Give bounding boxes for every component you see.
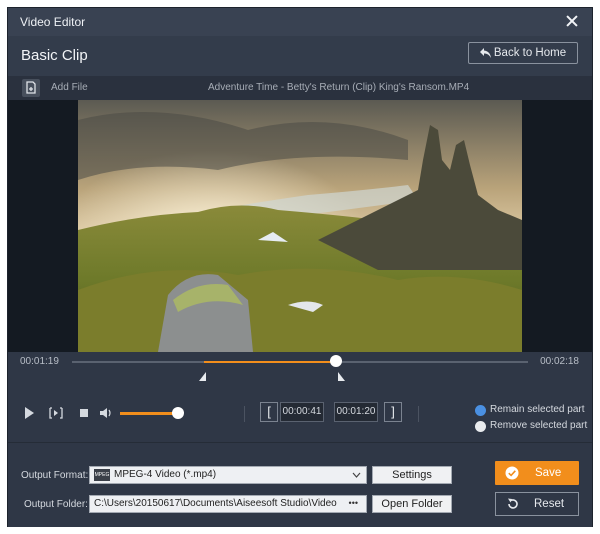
set-start-button[interactable]: [ <box>260 402 278 422</box>
volume-slider-knob[interactable] <box>172 407 184 419</box>
output-format-select[interactable]: MPEG MPEG-4 Video (*.mp4) <box>89 466 367 484</box>
back-to-home-button[interactable]: Back to Home <box>468 42 578 64</box>
start-time-field[interactable]: 00:00:41 <box>280 402 324 422</box>
playhead-knob[interactable] <box>330 355 343 367</box>
chevron-down-icon <box>352 472 361 478</box>
check-circle-icon <box>505 466 519 480</box>
play-icon[interactable] <box>25 407 34 419</box>
current-time-label: 00:01:19 <box>20 356 59 367</box>
reset-label: Reset <box>534 498 565 510</box>
video-editor-window: Video Editor Basic Clip Back to Home Add… <box>7 7 593 527</box>
timeline: 00:01:19 00:02:18 <box>8 352 592 388</box>
file-name: Adventure Time - Betty's Return (Clip) K… <box>208 82 470 93</box>
back-arrow-icon <box>480 48 491 58</box>
output-format-value: MPEG-4 Video (*.mp4) <box>114 469 217 480</box>
remove-selected-label: Remove selected part <box>490 420 588 431</box>
remain-selected-label: Remain selected part <box>490 404 585 415</box>
video-preview-area <box>8 100 592 352</box>
file-bar: Add File Adventure Time - Betty's Return… <box>8 76 592 100</box>
close-icon[interactable] <box>564 13 580 29</box>
window-title: Video Editor <box>20 15 86 29</box>
output-folder-label: Output Folder: <box>24 499 88 510</box>
divider <box>418 406 419 422</box>
title-bar: Video Editor <box>8 8 592 36</box>
divider <box>244 406 245 422</box>
total-time-label: 00:02:18 <box>540 356 579 367</box>
reset-button[interactable]: Reset <box>495 492 579 516</box>
radio-selected-icon <box>475 405 486 416</box>
set-end-button[interactable]: ] <box>384 402 402 422</box>
clip-end-marker[interactable] <box>338 372 345 381</box>
timeline-selection <box>204 361 337 363</box>
add-file-icon[interactable] <box>22 79 40 97</box>
volume-icon[interactable] <box>99 406 113 420</box>
end-time-field[interactable]: 00:01:20 <box>334 402 378 422</box>
radio-unselected-icon <box>475 421 486 432</box>
reset-icon <box>508 498 518 509</box>
video-frame-image <box>78 100 522 352</box>
output-format-label: Output Format: <box>21 470 89 481</box>
output-folder-field[interactable]: C:\Users\20150617\Documents\Aiseesoft St… <box>89 495 367 513</box>
stop-icon[interactable] <box>80 409 88 417</box>
settings-button[interactable]: Settings <box>372 466 452 484</box>
next-frame-icon[interactable] <box>49 406 63 420</box>
page-title: Basic Clip <box>21 47 88 64</box>
save-button[interactable]: Save <box>495 461 579 485</box>
browse-more-icon[interactable]: ••• <box>349 495 358 511</box>
clip-start-marker[interactable] <box>199 372 206 381</box>
back-to-home-label: Back to Home <box>493 47 567 59</box>
add-file-link[interactable]: Add File <box>51 82 88 93</box>
video-frame[interactable] <box>78 100 522 352</box>
playback-controls: [ 00:00:41 00:01:20 ] Remain selected pa… <box>8 388 592 443</box>
volume-slider-track[interactable] <box>120 412 178 415</box>
header: Basic Clip Back to Home <box>8 36 592 76</box>
mpeg-format-icon: MPEG <box>94 469 110 481</box>
output-folder-value: C:\Users\20150617\Documents\Aiseesoft St… <box>94 498 337 509</box>
save-label: Save <box>535 467 562 479</box>
timeline-track[interactable] <box>72 361 528 363</box>
output-settings: Output Format: MPEG MPEG-4 Video (*.mp4)… <box>8 443 592 527</box>
open-folder-button[interactable]: Open Folder <box>372 495 452 513</box>
